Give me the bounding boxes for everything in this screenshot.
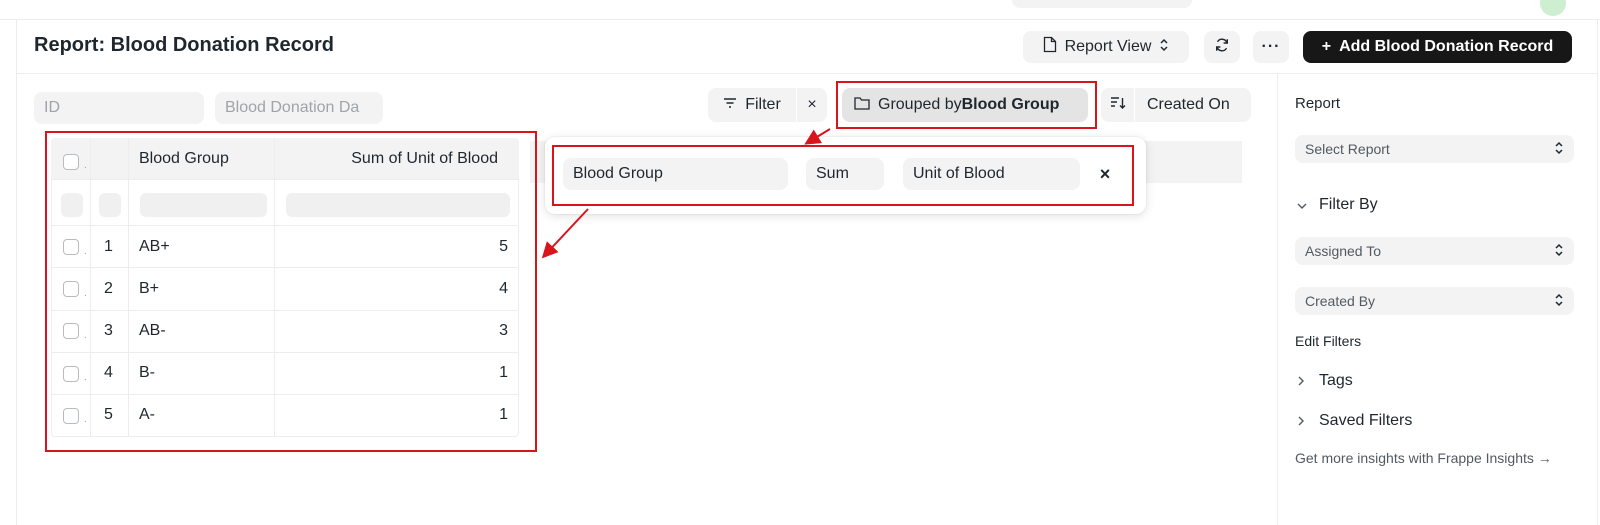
- tags-label: Tags: [1319, 372, 1353, 389]
- select-report-label: Select Report: [1305, 141, 1390, 157]
- plus-icon: +: [1321, 38, 1332, 55]
- chevron-updown-icon: [1554, 243, 1564, 260]
- blood-donation-date-filter-input[interactable]: Blood Donation Da: [215, 92, 383, 124]
- chevron-right-icon: [1297, 374, 1309, 389]
- filter-by-toggle[interactable]: Filter By: [1297, 196, 1378, 214]
- tags-toggle[interactable]: Tags: [1297, 372, 1353, 390]
- annotation-box-table: [45, 131, 537, 452]
- assigned-to-label: Assigned To: [1305, 243, 1382, 259]
- sort-descending-icon: [1110, 96, 1126, 115]
- report-view-label: Report View: [1064, 38, 1152, 55]
- sidebar-report-label: Report: [1295, 95, 1341, 112]
- sort-order-button[interactable]: [1101, 88, 1134, 122]
- more-actions-button[interactable]: ···: [1253, 31, 1289, 63]
- sidebar-divider: [1277, 74, 1278, 525]
- assigned-to-dropdown[interactable]: Assigned To: [1295, 237, 1574, 265]
- file-icon: [1043, 36, 1057, 58]
- top-navbar: [0, 0, 1600, 20]
- avatar[interactable]: [1540, 0, 1566, 16]
- chevron-updown-icon: [1554, 141, 1564, 158]
- chevron-updown-icon: [1554, 293, 1564, 310]
- annotation-box-group-by: [836, 81, 1097, 129]
- report-view-dropdown[interactable]: Report View: [1023, 31, 1189, 63]
- page-title: Report: Blood Donation Record: [34, 34, 334, 56]
- filter-button[interactable]: Filter: [708, 88, 796, 122]
- filter-label: Filter: [745, 96, 781, 113]
- created-by-dropdown[interactable]: Created By: [1295, 287, 1574, 315]
- add-blood-donation-record-button[interactable]: + Add Blood Donation Record: [1303, 31, 1572, 63]
- frappe-insights-link[interactable]: Get more insights with Frappe Insights →: [1295, 447, 1585, 469]
- clear-filter-button[interactable]: ×: [797, 88, 827, 122]
- primary-button-label: Add Blood Donation Record: [1339, 38, 1554, 55]
- navbar-search-bar[interactable]: [1012, 0, 1192, 8]
- saved-filters-toggle[interactable]: Saved Filters: [1297, 412, 1412, 430]
- chevron-down-icon: [1297, 198, 1309, 213]
- chevron-updown-icon: [1159, 38, 1169, 57]
- sort-field-selector[interactable]: Created On: [1135, 88, 1251, 122]
- report-page: Report: Blood Donation Record Report Vie…: [0, 0, 1600, 525]
- refresh-icon: [1214, 37, 1230, 58]
- filter-icon: [723, 96, 737, 114]
- header-divider: [17, 73, 1597, 74]
- select-report-dropdown[interactable]: Select Report: [1295, 135, 1574, 163]
- filter-by-label: Filter By: [1319, 196, 1378, 213]
- annotation-arrow: [541, 208, 589, 259]
- edit-filters-link[interactable]: Edit Filters: [1295, 333, 1361, 349]
- layout-divider: [1597, 20, 1598, 525]
- saved-filters-label: Saved Filters: [1319, 412, 1413, 429]
- chevron-right-icon: [1297, 414, 1309, 429]
- layout-divider: [16, 20, 17, 525]
- id-filter-input[interactable]: ID: [34, 92, 204, 124]
- annotation-box-popover: [552, 145, 1134, 206]
- refresh-button[interactable]: [1204, 31, 1240, 63]
- created-by-label: Created By: [1305, 293, 1376, 309]
